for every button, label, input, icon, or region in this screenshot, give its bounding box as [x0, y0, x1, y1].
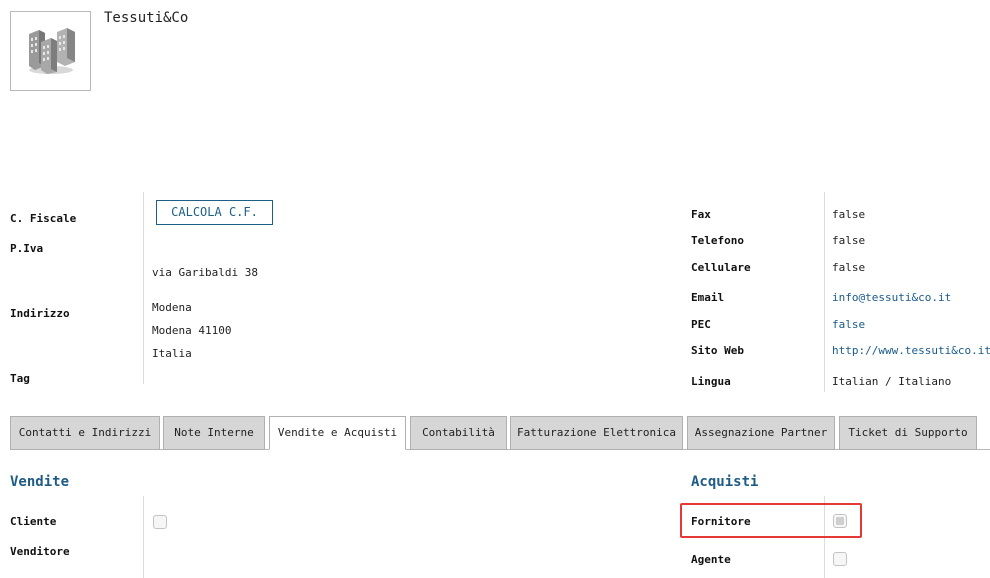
address-city: Modena	[152, 301, 192, 314]
pec-link[interactable]: false	[832, 318, 865, 331]
address-zip-city: Modena 41100	[152, 324, 232, 337]
cliente-checkbox[interactable]	[153, 515, 167, 529]
agente-checkbox[interactable]	[833, 552, 847, 566]
telefono-label: Telefono	[691, 234, 744, 247]
tab-note-interne[interactable]: Note Interne	[163, 416, 265, 450]
cellulare-label: Cellulare	[691, 261, 751, 274]
email-link[interactable]: info@tessuti&co.it	[832, 291, 951, 304]
buildings-icon	[29, 28, 75, 74]
field-divider-right	[824, 192, 825, 392]
codice-fiscale-label: C. Fiscale	[10, 212, 77, 225]
tab-fatturazione-elettronica[interactable]: Fatturazione Elettronica	[510, 416, 683, 450]
piva-label: P.Iva	[10, 242, 44, 255]
fornitore-highlight-box	[680, 503, 862, 538]
acquisti-title: Acquisti	[691, 474, 759, 490]
address-country: Italia	[152, 347, 192, 360]
tab-contatti-indirizzi[interactable]: Contatti e Indirizzi	[10, 416, 160, 450]
vendite-title: Vendite	[10, 474, 70, 490]
lingua-label: Lingua	[691, 375, 731, 388]
company-avatar[interactable]	[10, 11, 91, 91]
venditore-label: Venditore	[10, 545, 70, 558]
tab-contabilita[interactable]: Contabilità	[410, 416, 507, 450]
tag-label: Tag	[10, 372, 30, 385]
company-name: Tessuti&Co	[104, 10, 189, 26]
telefono-value: false	[832, 234, 866, 247]
fax-label: Fax	[691, 208, 711, 221]
sito-web-link[interactable]: http://www.tessuti&co.it	[832, 344, 990, 357]
lingua-value: Italian / Italiano	[832, 375, 952, 388]
cellulare-value: false	[832, 261, 866, 274]
tab-assegnazione-partner[interactable]: Assegnazione Partner	[687, 416, 835, 450]
address-street: via Garibaldi 38	[152, 266, 258, 279]
fax-value: false	[832, 208, 866, 221]
tab-vendite-acquisti[interactable]: Vendite e Acquisti	[269, 416, 406, 450]
cliente-label: Cliente	[10, 515, 57, 528]
calcola-cf-button[interactable]: CALCOLA C.F.	[156, 200, 273, 225]
tab-ticket-supporto[interactable]: Ticket di Supporto	[839, 416, 977, 450]
email-label: Email	[691, 291, 725, 304]
agente-label: Agente	[691, 553, 731, 566]
indirizzo-label: Indirizzo	[10, 307, 70, 320]
vendite-divider	[143, 496, 144, 578]
field-divider-left	[143, 192, 144, 384]
sito-web-label: Sito Web	[691, 344, 744, 357]
pec-label: PEC	[691, 318, 711, 331]
